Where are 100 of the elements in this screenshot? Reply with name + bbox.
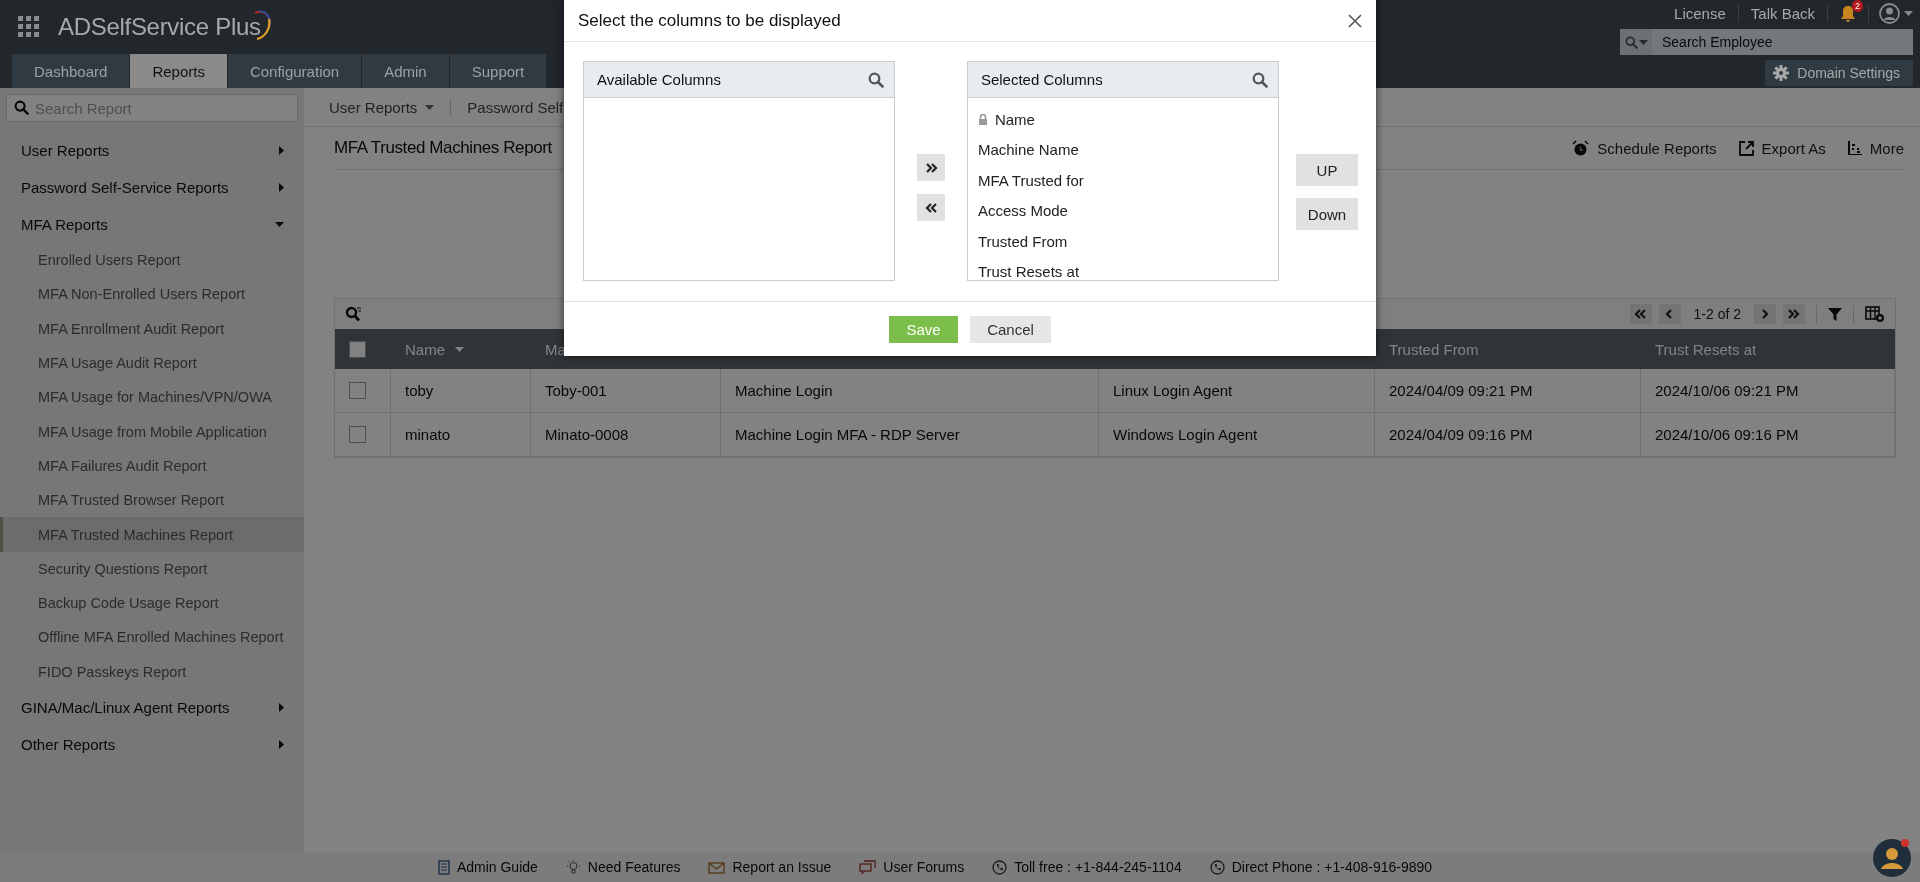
sidebar-item[interactable]: MFA Usage Audit Report: [0, 345, 304, 381]
chevron-right-icon: [1760, 308, 1770, 320]
caret-icon: [275, 222, 284, 227]
table-cell: Minato-0008: [531, 413, 721, 457]
footer-link[interactable]: Need Features: [565, 859, 681, 875]
dialog-title: Select the columns to be displayed: [578, 10, 841, 31]
cancel-button[interactable]: Cancel: [970, 315, 1051, 343]
more-icon: [1847, 141, 1862, 155]
phone-icon: [992, 859, 1008, 875]
nav-tab[interactable]: Dashboard: [12, 54, 131, 88]
table-cell: minato: [391, 413, 531, 457]
close-button[interactable]: [1348, 13, 1362, 28]
table-cell: 2024/04/09 09:16 PM: [1375, 413, 1641, 457]
table-cell: 2024/04/09 09:21 PM: [1375, 369, 1641, 413]
nav-tab[interactable]: Reports: [130, 54, 228, 88]
table-cell: 2024/10/06 09:21 PM: [1641, 369, 1895, 413]
chat-avatar-icon[interactable]: [1872, 838, 1912, 878]
sidebar-item[interactable]: MFA Failures Audit Report: [0, 448, 304, 484]
chevron-left-icon: [1665, 308, 1674, 320]
envelope-icon: [708, 860, 726, 874]
nav-tab[interactable]: Configuration: [227, 54, 363, 88]
phone-icon: [1209, 859, 1225, 875]
sidebar-item[interactable]: FIDO Passkeys Report: [0, 654, 304, 689]
header-link[interactable]: Talk Back: [1738, 5, 1828, 22]
column-header[interactable]: Trusted From: [1375, 329, 1641, 369]
double-chevron-right-icon: [924, 161, 938, 174]
column-option[interactable]: Trusted From: [977, 232, 1068, 250]
lightbulb-icon: [565, 859, 581, 875]
previous-page-button[interactable]: [1658, 304, 1681, 324]
reorder-button[interactable]: Down: [1296, 198, 1358, 230]
list-title: Selected Columns: [980, 71, 1103, 88]
sidebar-item[interactable]: MFA Usage for Machines/VPN/OWA: [0, 380, 304, 415]
sidebar-group[interactable]: User Reports: [0, 132, 304, 169]
app-grid-icon[interactable]: [18, 16, 40, 38]
last-page-button[interactable]: [1783, 304, 1805, 324]
sidebar-item[interactable]: MFA Non-Enrolled Users Report: [0, 277, 304, 312]
caret-icon: [279, 183, 284, 192]
sidebar-item[interactable]: Backup Code Usage Report: [0, 585, 304, 621]
search-icon: [1624, 35, 1638, 49]
sidebar-item[interactable]: MFA Enrollment Audit Report: [0, 311, 304, 346]
gear-icon: [1773, 65, 1790, 81]
caret-icon: [1638, 39, 1648, 45]
header-link[interactable]: License: [1662, 5, 1739, 22]
search-icon[interactable]: [345, 306, 362, 322]
footer-link[interactable]: User Forums: [859, 859, 965, 875]
search-icon: [14, 100, 29, 115]
report-action[interactable]: Export As: [1738, 139, 1826, 157]
row-checkbox[interactable]: [349, 382, 366, 399]
table-cell: Linux Login Agent: [1099, 369, 1375, 413]
sidebar-group[interactable]: GINA/Mac/Linux Agent Reports: [0, 688, 304, 726]
column-option[interactable]: MFA Trusted for: [977, 171, 1084, 189]
caret-icon: [279, 702, 284, 712]
sidebar-group[interactable]: MFA Reports: [0, 206, 304, 243]
report-category-menu[interactable]: User Reports: [329, 98, 452, 116]
export-icon: [1738, 140, 1754, 156]
table-cell: toby: [391, 369, 531, 413]
alarm-clock-icon: [1572, 139, 1590, 157]
sidebar-item[interactable]: Offline MFA Enrolled Machines Report: [0, 620, 304, 655]
filter-icon[interactable]: [1828, 307, 1842, 321]
search-options-button[interactable]: [1620, 29, 1652, 55]
report-action[interactable]: More: [1847, 139, 1904, 157]
footer-link[interactable]: Direct Phone : +1-408-916-9890: [1209, 859, 1433, 875]
footer-link[interactable]: Toll free : +1-844-245-1104: [992, 859, 1182, 875]
row-checkbox[interactable]: [349, 426, 366, 443]
avatar-icon[interactable]: [1879, 3, 1900, 24]
search-icon: [868, 71, 885, 88]
column-header[interactable]: Name: [391, 329, 531, 369]
column-option[interactable]: Machine Name: [977, 141, 1079, 159]
nav-tab[interactable]: Admin: [362, 54, 450, 88]
move-right-button[interactable]: [917, 154, 945, 181]
reorder-button[interactable]: UP: [1296, 154, 1358, 186]
column-option[interactable]: Name: [994, 110, 1035, 128]
column-settings-icon[interactable]: [1865, 306, 1885, 322]
column-option[interactable]: Trust Resets at: [977, 263, 1080, 280]
bell-icon[interactable]: [1840, 4, 1856, 23]
app-name: ADSelfService Plus: [58, 13, 261, 41]
footer-link[interactable]: Report an Issue: [708, 859, 832, 875]
first-page-button[interactable]: [1629, 304, 1652, 324]
sidebar-item[interactable]: Enrolled Users Report: [0, 243, 304, 278]
nav-tab[interactable]: Support: [449, 54, 548, 88]
sidebar-group[interactable]: Password Self-Service Reports: [0, 169, 304, 206]
column-option[interactable]: Access Mode: [977, 202, 1068, 220]
employee-search-field[interactable]: Search Employee: [1652, 29, 1913, 55]
domain-settings-button[interactable]: Domain Settings: [1765, 60, 1913, 86]
report-title: MFA Trusted Machines Report: [334, 138, 552, 158]
move-left-button[interactable]: [917, 194, 945, 221]
select-all-checkbox[interactable]: [349, 340, 366, 358]
caret-icon: [279, 146, 284, 155]
list-title: Available Columns: [597, 71, 721, 88]
report-action[interactable]: Schedule Reports: [1572, 139, 1717, 157]
footer-link[interactable]: Admin Guide: [437, 859, 538, 875]
sidebar-group[interactable]: Other Reports: [0, 725, 304, 763]
next-page-button[interactable]: [1754, 304, 1776, 324]
table-cell: Machine Login: [721, 369, 1099, 413]
notification-badge: 2: [1852, 0, 1863, 12]
double-chevron-left-icon: [924, 201, 938, 214]
sidebar-item[interactable]: MFA Usage from Mobile Application: [0, 414, 304, 449]
sidebar-item[interactable]: MFA Trusted Machines Report: [0, 517, 304, 552]
column-header[interactable]: Trust Resets at: [1641, 329, 1895, 369]
table-cell: Machine Login MFA - RDP Server: [721, 413, 1099, 457]
